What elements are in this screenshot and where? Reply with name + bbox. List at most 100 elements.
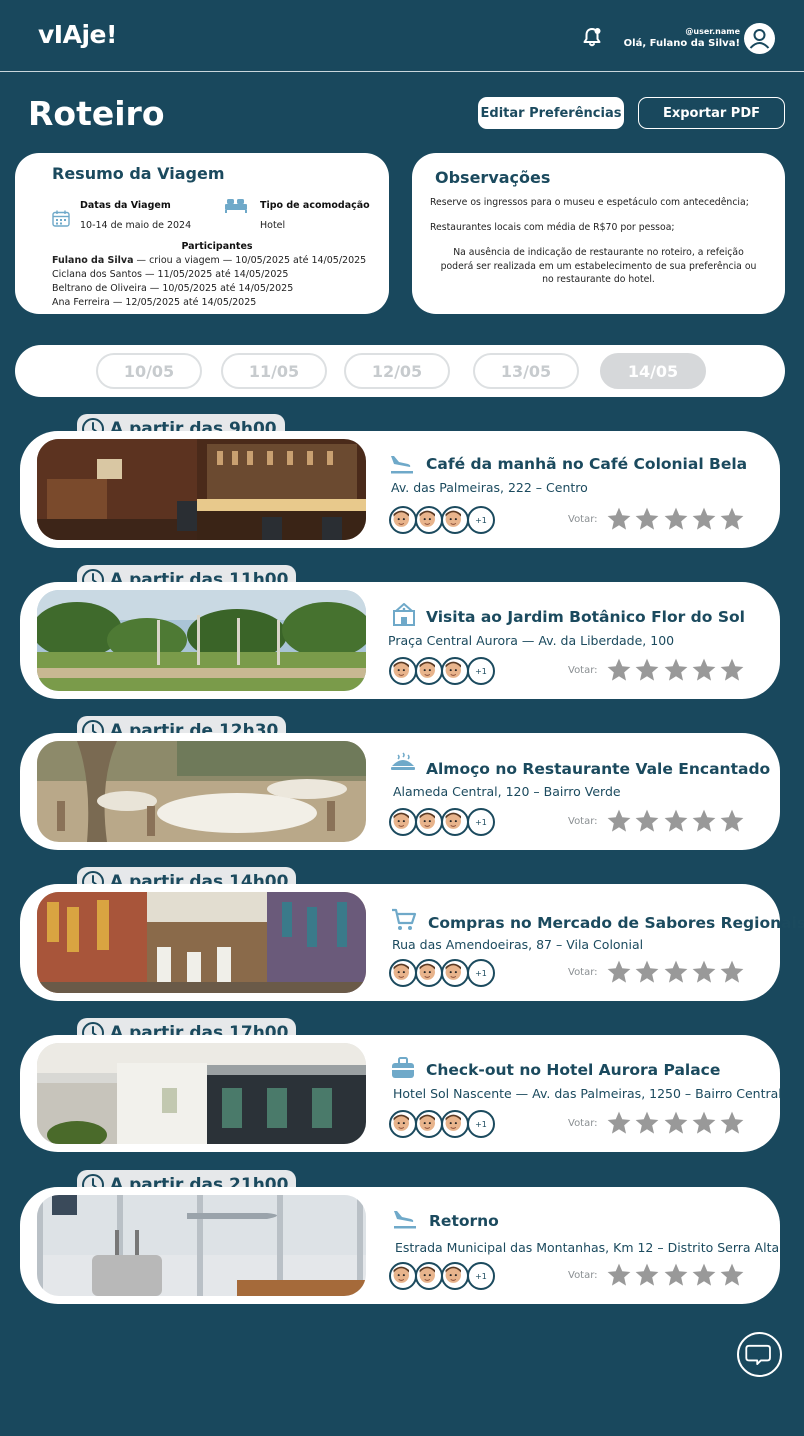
market-photo bbox=[37, 892, 366, 993]
chat-button[interactable] bbox=[737, 1332, 782, 1377]
rating-stars[interactable] bbox=[606, 657, 746, 683]
participant-avatar bbox=[415, 808, 443, 836]
participant-avatar bbox=[389, 1110, 417, 1138]
tab-date-1105[interactable]: 11/05 bbox=[221, 353, 327, 389]
participants-label: Participantes bbox=[181, 241, 253, 252]
more-participants-count[interactable]: +1 bbox=[467, 657, 495, 685]
tab-date-1305[interactable]: 13/05 bbox=[473, 353, 579, 389]
star-icon[interactable] bbox=[606, 506, 632, 532]
page-title: Roteiro bbox=[28, 94, 165, 133]
observation-item: no restaurante do hotel. bbox=[542, 274, 655, 285]
suitcase-icon bbox=[392, 1057, 414, 1078]
star-icon[interactable] bbox=[719, 657, 745, 683]
more-participants-count[interactable]: +1 bbox=[467, 808, 495, 836]
activity-card[interactable]: Retorno Estrada Municipal das Montanhas,… bbox=[20, 1187, 780, 1304]
participant-avatar bbox=[441, 808, 469, 836]
star-icon[interactable] bbox=[634, 657, 660, 683]
star-icon[interactable] bbox=[719, 1110, 745, 1136]
observation-item: poderá ser realizada em um estabelecimen… bbox=[440, 260, 757, 272]
participant-avatar bbox=[441, 1262, 469, 1290]
top-bar: vIAje! @user.name Olá, Fulano da Silva! bbox=[0, 0, 804, 72]
star-icon[interactable] bbox=[606, 1262, 632, 1288]
star-icon[interactable] bbox=[691, 506, 717, 532]
participant-avatars[interactable]: +1 bbox=[389, 1110, 499, 1138]
star-icon[interactable] bbox=[634, 1110, 660, 1136]
tab-date-1205[interactable]: 12/05 bbox=[344, 353, 450, 389]
participant-avatar bbox=[415, 1262, 443, 1290]
activity-title: Compras no Mercado de Sabores Regionais bbox=[428, 914, 804, 932]
star-icon[interactable] bbox=[606, 808, 632, 834]
star-icon[interactable] bbox=[606, 959, 632, 985]
airplane-landing-icon bbox=[391, 456, 413, 474]
rating-stars[interactable] bbox=[606, 1262, 746, 1288]
participant-row: Fulano da Silva — criou a viagem — 10/05… bbox=[52, 254, 382, 268]
star-icon[interactable] bbox=[719, 506, 745, 532]
star-icon[interactable] bbox=[663, 1110, 689, 1136]
tab-date-1405[interactable]: 14/05 bbox=[600, 353, 706, 389]
star-icon[interactable] bbox=[634, 959, 660, 985]
participant-avatars[interactable]: +1 bbox=[389, 1262, 499, 1290]
more-participants-count[interactable]: +1 bbox=[467, 959, 495, 987]
more-participants-count[interactable]: +1 bbox=[467, 1110, 495, 1138]
star-icon[interactable] bbox=[663, 959, 689, 985]
star-icon[interactable] bbox=[663, 657, 689, 683]
bell-icon[interactable] bbox=[580, 26, 604, 48]
dates-value: 10-14 de maio de 2024 bbox=[80, 220, 192, 231]
participant-avatar bbox=[415, 1110, 443, 1138]
calendar-icon bbox=[52, 210, 70, 227]
chat-bubble-icon bbox=[745, 1344, 771, 1365]
more-participants-count[interactable]: +1 bbox=[467, 506, 495, 534]
vote-label: Votar: bbox=[568, 514, 598, 525]
rating-stars[interactable] bbox=[606, 808, 746, 834]
activity-card[interactable]: Café da manhã no Café Colonial Bela Av. … bbox=[20, 431, 780, 548]
participant-avatars[interactable]: +1 bbox=[389, 808, 499, 836]
star-icon[interactable] bbox=[634, 808, 660, 834]
user-avatar-icon[interactable] bbox=[744, 23, 775, 54]
export-pdf-button[interactable]: Exportar PDF bbox=[638, 97, 785, 129]
star-icon[interactable] bbox=[634, 506, 660, 532]
date-tabs: 10/05 11/05 12/05 13/05 14/05 bbox=[15, 345, 785, 397]
rating-stars[interactable] bbox=[606, 959, 746, 985]
activity-title: Visita ao Jardim Botânico Flor do Sol bbox=[426, 608, 745, 626]
participant-avatar bbox=[441, 506, 469, 534]
star-icon[interactable] bbox=[634, 1262, 660, 1288]
edit-preferences-button[interactable]: Editar Preferências bbox=[478, 97, 624, 129]
star-icon[interactable] bbox=[663, 808, 689, 834]
more-participants-count[interactable]: +1 bbox=[467, 1262, 495, 1290]
rating-stars[interactable] bbox=[606, 506, 746, 532]
star-icon[interactable] bbox=[719, 1262, 745, 1288]
activity-card[interactable]: Check-out no Hotel Aurora Palace Hotel S… bbox=[20, 1035, 782, 1152]
app-logo[interactable]: vIAje! bbox=[38, 20, 117, 49]
star-icon[interactable] bbox=[691, 808, 717, 834]
participant-avatar bbox=[441, 657, 469, 685]
vote-label: Votar: bbox=[568, 816, 598, 827]
bed-icon bbox=[225, 199, 247, 213]
hotel-photo bbox=[37, 1043, 366, 1144]
participant-avatars[interactable]: +1 bbox=[389, 506, 499, 534]
star-icon[interactable] bbox=[606, 1110, 632, 1136]
observations-title: Observações bbox=[435, 168, 551, 187]
star-icon[interactable] bbox=[691, 1262, 717, 1288]
observation-item: Restaurantes locais com média de R$70 po… bbox=[430, 222, 675, 233]
activity-card[interactable]: Compras no Mercado de Sabores Regionais … bbox=[20, 884, 804, 1001]
star-icon[interactable] bbox=[663, 506, 689, 532]
star-icon[interactable] bbox=[663, 1262, 689, 1288]
trip-summary-card: Resumo da Viagem Datas da Viagem 10-14 d… bbox=[15, 153, 389, 314]
star-icon[interactable] bbox=[691, 1110, 717, 1136]
participant-avatar bbox=[389, 808, 417, 836]
activity-card[interactable]: Almoço no Restaurante Vale Encantado Ala… bbox=[20, 733, 780, 850]
participant-avatars[interactable]: +1 bbox=[389, 959, 499, 987]
tab-date-1005[interactable]: 10/05 bbox=[96, 353, 202, 389]
star-icon[interactable] bbox=[719, 959, 745, 985]
activity-card[interactable]: Visita ao Jardim Botânico Flor do Sol Pr… bbox=[20, 582, 780, 699]
star-icon[interactable] bbox=[691, 657, 717, 683]
shopping-cart-icon bbox=[392, 908, 417, 930]
participant-avatars[interactable]: +1 bbox=[389, 657, 499, 685]
star-icon[interactable] bbox=[719, 808, 745, 834]
star-icon[interactable] bbox=[606, 657, 632, 683]
star-icon[interactable] bbox=[691, 959, 717, 985]
activity-title: Check-out no Hotel Aurora Palace bbox=[426, 1061, 721, 1079]
rating-stars[interactable] bbox=[606, 1110, 746, 1136]
activity-title: Retorno bbox=[429, 1212, 499, 1230]
activity-address: Av. das Palmeiras, 222 – Centro bbox=[391, 480, 588, 495]
